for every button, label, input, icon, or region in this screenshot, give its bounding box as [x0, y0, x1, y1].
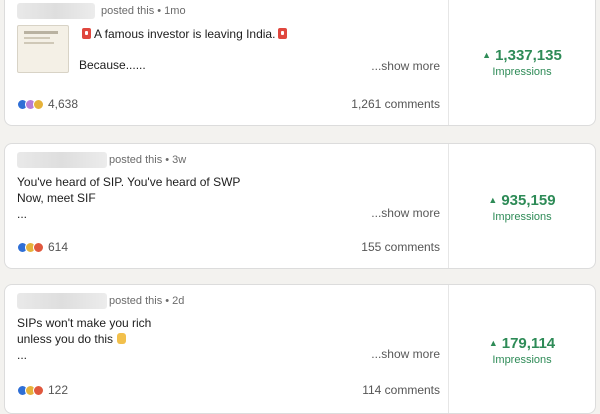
post-text-line: SIPs won't make you rich [17, 316, 152, 330]
post-content[interactable]: posted this • 1mo A famous investor is l… [5, 0, 448, 125]
post-text-line: Because...... [79, 58, 146, 72]
post-card[interactable]: posted this • 3w You've heard of SIP. Yo… [4, 143, 596, 269]
reactions-summary[interactable]: 122 [17, 383, 68, 397]
post-text-line: ... [17, 348, 28, 362]
impressions-value: ▲ 1,337,135 [482, 47, 562, 64]
reactions-summary[interactable]: 4,638 [17, 97, 78, 111]
comments-count[interactable]: 155 comments [361, 240, 440, 254]
impressions-label: Impressions [492, 211, 552, 223]
impressions-value: ▲ 935,159 [488, 192, 556, 209]
comments-count[interactable]: 1,261 comments [351, 97, 440, 111]
post-text-line: unless you do this [17, 331, 127, 348]
author-name-redacted[interactable] [17, 152, 107, 168]
impressions-panel: ▲ 935,159 Impressions [448, 144, 595, 268]
post-card[interactable]: posted this • 1mo A famous investor is l… [4, 0, 596, 126]
impressions-panel: ▲ 179,114 Impressions [448, 285, 595, 413]
pointing-down-hand-icon [117, 333, 127, 344]
post-text-line: You've heard of SIP. You've heard of SWP [17, 175, 241, 189]
post-content[interactable]: posted this • 3w You've heard of SIP. Yo… [5, 144, 448, 268]
reaction-count: 614 [48, 240, 69, 254]
red-alert-icon [82, 28, 91, 39]
reactions-summary[interactable]: 614 [17, 240, 68, 254]
impressions-label: Impressions [492, 66, 552, 78]
post-text-line: Now, meet SIF [17, 191, 96, 205]
love-icon [33, 241, 44, 253]
post-content[interactable]: posted this • 2d SIPs won't make you ric… [5, 285, 448, 413]
impressions-panel: ▲ 1,337,135 Impressions [448, 0, 595, 125]
post-card[interactable]: posted this • 2d SIPs won't make you ric… [4, 284, 596, 414]
up-triangle-icon: ▲ [488, 195, 498, 205]
comments-count[interactable]: 114 comments [362, 383, 440, 397]
reaction-count: 122 [48, 383, 69, 397]
reaction-count: 4,638 [48, 97, 79, 111]
post-text-line: ... [17, 207, 28, 221]
up-triangle-icon: ▲ [482, 50, 492, 60]
author-name-redacted[interactable] [17, 3, 95, 19]
red-alert-icon [278, 28, 288, 39]
post-meta: posted this • 3w [109, 154, 187, 166]
post-thumbnail[interactable] [17, 25, 69, 73]
post-meta: posted this • 1mo [101, 5, 186, 17]
love-icon [33, 384, 44, 396]
insight-icon [33, 98, 44, 110]
up-triangle-icon: ▲ [488, 338, 498, 348]
impressions-value: ▲ 179,114 [488, 335, 556, 352]
author-name-redacted[interactable] [17, 293, 107, 309]
show-more-link[interactable]: ...show more [371, 347, 440, 361]
impressions-label: Impressions [492, 354, 552, 366]
show-more-link[interactable]: ...show more [371, 59, 440, 73]
show-more-link[interactable]: ...show more [371, 206, 440, 220]
post-text-line: A famous investor is leaving India. [79, 26, 290, 43]
post-meta: posted this • 2d [109, 295, 185, 307]
